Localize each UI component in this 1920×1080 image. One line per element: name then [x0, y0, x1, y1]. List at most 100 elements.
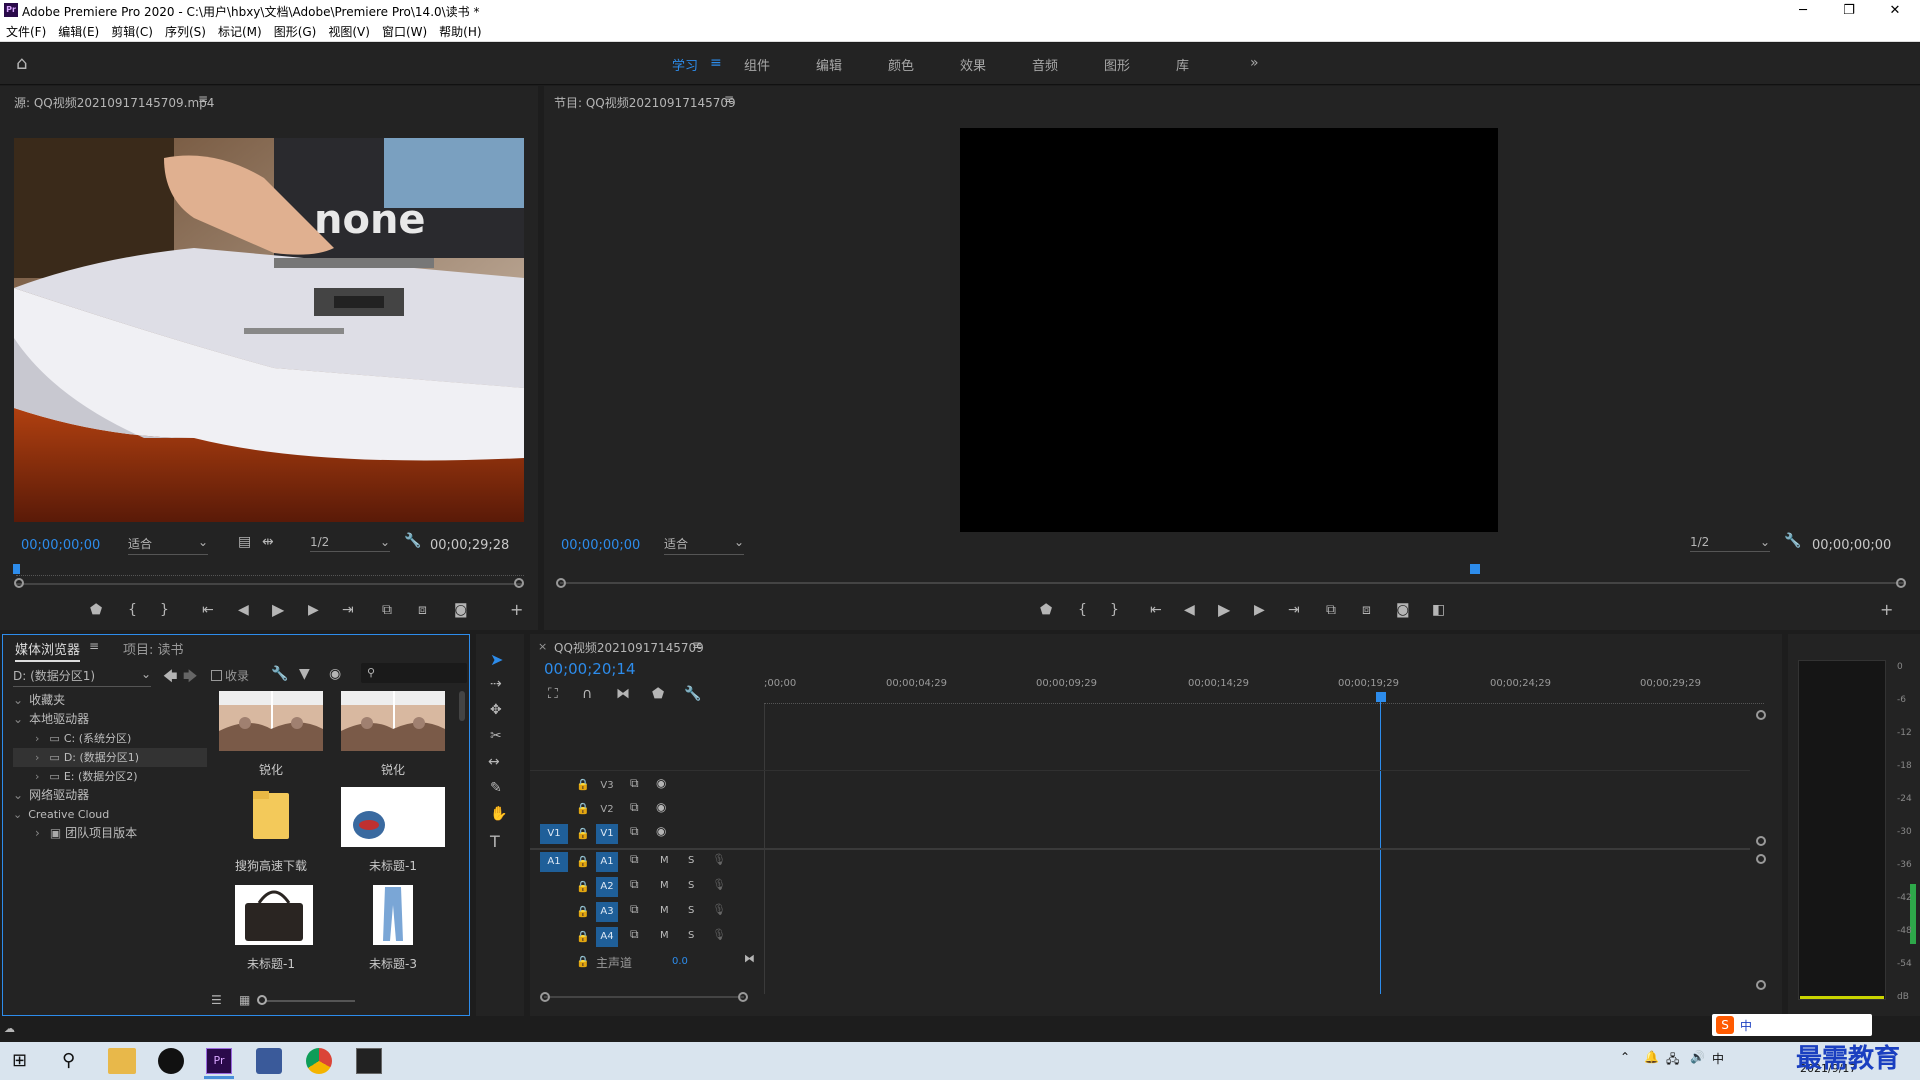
mute-button[interactable]: M — [660, 930, 669, 941]
source-time-ruler[interactable] — [16, 568, 524, 576]
track-select-tool-icon[interactable]: ⇢ — [490, 676, 502, 692]
extract-icon[interactable]: ⧈ — [1362, 602, 1371, 618]
track-a2[interactable]: A2 — [596, 877, 618, 897]
wrench-icon[interactable]: 🔧 — [271, 666, 288, 682]
menu-graphics[interactable]: 图形(G) — [268, 22, 323, 42]
ime-toolbar[interactable]: S 中 — [1712, 1014, 1872, 1036]
tree-item[interactable]: ⌄ 网络驱动器 — [13, 786, 207, 805]
tree-item[interactable]: ⌄ 收藏夹 — [13, 691, 207, 710]
workspace-tab-assembly[interactable]: 组件 — [744, 55, 770, 74]
close-sequence-icon[interactable]: × — [538, 640, 547, 653]
hscroll-handle-right[interactable] — [738, 992, 748, 1002]
zoom-handle-right[interactable] — [1896, 578, 1906, 588]
sync-lock-icon[interactable]: ⧉ — [630, 852, 639, 867]
back-arrow-icon[interactable]: 🡄 — [163, 666, 177, 690]
media-item[interactable]: 锐化 — [337, 691, 447, 781]
drag-video-icon[interactable]: ▤ — [238, 534, 251, 550]
filter-icon[interactable]: ▼ — [299, 666, 310, 682]
solo-button[interactable]: S — [688, 930, 694, 941]
source-video-frame[interactable]: none — [14, 138, 524, 522]
view-eye-icon[interactable]: ◉ — [329, 666, 341, 682]
home-icon[interactable]: ⌂ — [16, 53, 27, 74]
add-marker-icon[interactable]: ⬟ — [1040, 602, 1052, 618]
mark-out-icon[interactable]: } — [1110, 602, 1119, 618]
go-to-out-icon[interactable]: ⇥ — [1288, 602, 1300, 618]
lock-icon[interactable]: 🔒 — [576, 778, 590, 791]
go-to-in-icon[interactable]: ⇤ — [1150, 602, 1162, 618]
source-patch-a1[interactable]: A1 — [540, 852, 568, 872]
zoom-handle-left[interactable] — [14, 578, 24, 588]
play-icon[interactable]: ▶ — [272, 600, 284, 619]
type-tool-icon[interactable]: T — [490, 832, 500, 851]
drag-audio-icon[interactable]: ⇹ — [262, 534, 274, 550]
solo-button[interactable]: S — [688, 905, 694, 916]
network-icon[interactable]: 🖧 — [1666, 1050, 1679, 1071]
close-button[interactable]: ✕ — [1872, 0, 1918, 22]
source-resolution-dropdown[interactable]: 1/2 ⌄ — [310, 535, 390, 552]
linked-selection-icon[interactable]: ⧓ — [616, 686, 630, 702]
panel-menu-icon[interactable]: ≡ — [198, 92, 208, 106]
track-a1[interactable]: A1 — [596, 852, 618, 872]
menu-sequence[interactable]: 序列(S) — [159, 22, 212, 42]
step-forward-icon[interactable]: ▶ — [308, 602, 319, 618]
vscroll-handle[interactable] — [1756, 836, 1766, 846]
lock-icon[interactable]: 🔒 — [576, 955, 590, 968]
go-to-in-icon[interactable]: ⇤ — [202, 602, 214, 618]
hand-tool-icon[interactable]: ✋ — [490, 806, 507, 822]
workspace-tab-learn[interactable]: 学习 — [672, 55, 698, 74]
workspace-tab-effects[interactable]: 效果 — [960, 55, 986, 74]
more-workspaces-icon[interactable]: » — [1250, 55, 1259, 71]
menu-file[interactable]: 文件(F) — [0, 22, 52, 42]
nest-icon[interactable]: ⛶ — [548, 686, 558, 702]
timeline-ruler[interactable]: ;00;00 00;00;04;29 00;00;09;29 00;00;14;… — [764, 674, 1764, 704]
source-patch-v1[interactable]: V1 — [540, 824, 568, 844]
paint-icon[interactable] — [256, 1048, 282, 1074]
microphone-icon[interactable]: 🎙 — [712, 928, 726, 941]
go-to-end-icon[interactable]: ⧓ — [744, 952, 755, 965]
lock-icon[interactable]: 🔒 — [576, 880, 590, 893]
lock-icon[interactable]: 🔒 — [576, 855, 590, 868]
timeline-playhead-handle[interactable] — [1376, 692, 1386, 702]
workspace-tab-color[interactable]: 颜色 — [888, 55, 914, 74]
mark-in-icon[interactable]: { — [128, 602, 137, 618]
slip-tool-icon[interactable]: ↔ — [488, 754, 500, 770]
search-input[interactable]: ⚲ — [361, 663, 467, 683]
timeline-hscroll[interactable] — [544, 996, 744, 998]
microphone-icon[interactable]: 🎙 — [712, 878, 726, 891]
comparison-view-icon[interactable]: ◧ — [1432, 602, 1445, 618]
mute-button[interactable]: M — [660, 905, 669, 916]
wrench-icon[interactable]: 🔧 — [1784, 533, 1801, 549]
insert-icon[interactable]: ⧉ — [382, 602, 392, 618]
wrench-icon[interactable]: 🔧 — [404, 533, 421, 549]
sync-lock-icon[interactable]: ⧉ — [630, 776, 639, 791]
search-icon[interactable]: ⚲ — [62, 1050, 75, 1071]
mark-in-icon[interactable]: { — [1078, 602, 1087, 618]
program-fit-dropdown[interactable]: 适合 ⌄ — [664, 535, 744, 555]
tab-project[interactable]: 项目: 读书 — [123, 639, 184, 658]
tree-item[interactable]: › ▭ E: (数据分区2) — [13, 767, 207, 786]
tree-item[interactable]: › ▣ 团队项目版本 — [13, 824, 207, 843]
chrome-icon[interactable] — [306, 1048, 332, 1074]
qq-icon[interactable] — [158, 1048, 184, 1074]
add-marker-icon[interactable]: ⬟ — [90, 602, 102, 618]
pen-tool-icon[interactable]: ✎ — [490, 780, 502, 796]
go-to-out-icon[interactable]: ⇥ — [342, 602, 354, 618]
program-zoom-bar[interactable] — [560, 582, 1904, 584]
vscroll-handle[interactable] — [1756, 854, 1766, 864]
sync-lock-icon[interactable]: ⧉ — [630, 800, 639, 815]
microphone-icon[interactable]: 🎙 — [712, 903, 726, 916]
list-view-icon[interactable]: ☰ — [211, 993, 222, 1007]
panel-menu-icon[interactable]: ≡ — [692, 638, 702, 652]
menu-help[interactable]: 帮助(H) — [433, 22, 487, 42]
program-timecode[interactable]: 00;00;00;00 — [561, 538, 640, 553]
lock-icon[interactable]: 🔒 — [576, 827, 590, 840]
selection-tool-icon[interactable]: ➤ — [490, 650, 503, 669]
photos-icon[interactable] — [356, 1048, 382, 1074]
program-monitor-title[interactable]: 节目: QQ视频20210917145709 — [554, 94, 736, 111]
add-button-icon[interactable]: + — [1880, 600, 1893, 619]
source-monitor-title[interactable]: 源: QQ视频20210917145709.mp4 — [14, 94, 214, 111]
add-marker-icon[interactable]: ⬟ — [652, 686, 664, 702]
source-fit-dropdown[interactable]: 适合 ⌄ — [128, 535, 208, 555]
media-item[interactable]: 锐化 — [215, 691, 325, 781]
tree-item[interactable]: ⌄ Creative Cloud — [13, 805, 207, 824]
